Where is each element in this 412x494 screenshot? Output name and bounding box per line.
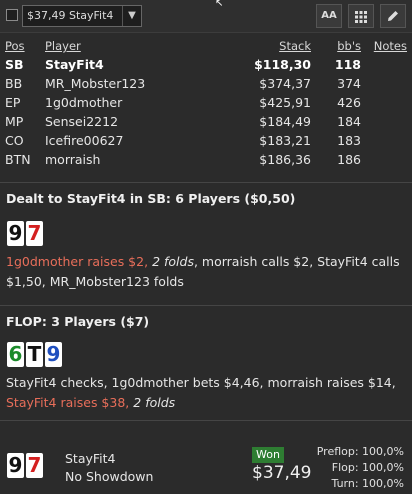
select-checkbox[interactable] xyxy=(6,9,18,21)
row-stack: $184,49 xyxy=(259,114,311,129)
table-row[interactable]: BTN morraish $186,36 186 xyxy=(0,150,412,169)
row-player: Icefire00627 xyxy=(45,133,124,148)
card: 6 xyxy=(7,342,24,367)
card: 9 xyxy=(7,221,24,246)
table-row[interactable]: SB StayFit4 $118,30 118 xyxy=(0,55,412,74)
toolbar: $37,49 StayFit4 ▼ AA ↖ xyxy=(0,0,412,33)
row-stack: $374,37 xyxy=(259,76,311,91)
divider xyxy=(0,420,412,421)
chevron-down-icon: ▼ xyxy=(122,6,141,26)
row-pos: BB xyxy=(5,76,23,91)
hole-cards: 9 7 xyxy=(7,221,43,246)
row-player: Sensei2212 xyxy=(45,114,119,129)
summary-result: No Showdown xyxy=(65,469,154,484)
equity-flop: Flop: 100,0% xyxy=(331,461,404,474)
mouse-cursor-icon: ↖ xyxy=(215,0,224,9)
row-bbs: 183 xyxy=(337,133,361,148)
table-row[interactable]: CO Icefire00627 $183,21 183 xyxy=(0,131,412,150)
row-pos: EP xyxy=(5,95,21,110)
preflop-heading: Dealt to StayFit4 in SB: 6 Players ($0,5… xyxy=(6,191,296,206)
col-pos-header[interactable]: Pos xyxy=(5,39,25,53)
row-pos: SB xyxy=(5,57,24,72)
col-player-header[interactable]: Player xyxy=(45,39,81,53)
won-amount: $37,49 xyxy=(252,463,312,483)
row-stack: $425,91 xyxy=(259,95,311,110)
action-highlight: 1g0dmother raises $2, xyxy=(6,254,149,269)
row-stack: $118,30 xyxy=(254,57,311,72)
equity-preflop: Preflop: 100,0% xyxy=(316,445,404,458)
pencil-icon xyxy=(388,11,398,21)
row-pos: CO xyxy=(5,133,24,148)
won-badge: Won xyxy=(252,447,284,463)
row-player: 1g0dmother xyxy=(45,95,123,110)
card: 7 xyxy=(26,453,43,478)
row-player: StayFit4 xyxy=(45,57,104,72)
flop-cards: 6 T 9 xyxy=(7,342,62,367)
divider xyxy=(0,305,412,306)
row-pos: MP xyxy=(5,114,24,129)
equity-turn: Turn: 100,0% xyxy=(331,477,404,490)
session-select[interactable]: $37,49 StayFit4 ▼ xyxy=(22,5,142,27)
row-stack: $183,21 xyxy=(259,133,311,148)
table-row[interactable]: MP Sensei2212 $184,49 184 xyxy=(0,112,412,131)
session-select-value: $37,49 StayFit4 xyxy=(27,9,114,22)
row-player: morraish xyxy=(45,152,101,167)
grid-button[interactable] xyxy=(348,4,374,28)
row-bbs: 118 xyxy=(334,57,361,72)
summary-player: StayFit4 xyxy=(65,451,116,466)
table-row[interactable]: EP 1g0dmother $425,91 426 xyxy=(0,93,412,112)
preflop-actions: 1g0dmother raises $2, 2 folds, morraish … xyxy=(6,252,406,292)
action-text: StayFit4 checks, 1g0dmother bets $4,46, … xyxy=(6,375,396,390)
edit-button[interactable] xyxy=(380,4,406,28)
action-folds: 2 folds xyxy=(133,395,176,410)
flop-actions: StayFit4 checks, 1g0dmother bets $4,46, … xyxy=(6,373,406,413)
col-stack-header[interactable]: Stack xyxy=(279,39,311,53)
col-notes-header[interactable]: Notes xyxy=(374,39,407,53)
card: 9 xyxy=(45,342,62,367)
font-size-icon: AA xyxy=(321,10,337,21)
col-bbs-header[interactable]: bb's xyxy=(337,39,361,53)
grid-icon xyxy=(355,11,367,23)
row-bbs: 184 xyxy=(337,114,361,129)
font-size-button[interactable]: AA xyxy=(316,4,342,28)
action-highlight: StayFit4 raises $38, xyxy=(6,395,130,410)
row-bbs: 186 xyxy=(337,152,361,167)
card: T xyxy=(26,342,43,367)
row-player: MR_Mobster123 xyxy=(45,76,146,91)
players-table: Pos Player Stack bb's Notes SB StayFit4 … xyxy=(0,36,412,169)
row-bbs: 374 xyxy=(337,76,361,91)
summary-cards: 9 7 xyxy=(7,453,43,478)
row-stack: $186,36 xyxy=(259,152,311,167)
row-pos: BTN xyxy=(5,152,31,167)
row-bbs: 426 xyxy=(337,95,361,110)
card: 9 xyxy=(7,453,24,478)
action-folds: 2 folds xyxy=(152,254,194,269)
table-header: Pos Player Stack bb's Notes xyxy=(0,36,412,55)
flop-heading: FLOP: 3 Players ($7) xyxy=(6,314,150,329)
card: 7 xyxy=(26,221,43,246)
divider xyxy=(0,182,412,183)
table-row[interactable]: BB MR_Mobster123 $374,37 374 xyxy=(0,74,412,93)
